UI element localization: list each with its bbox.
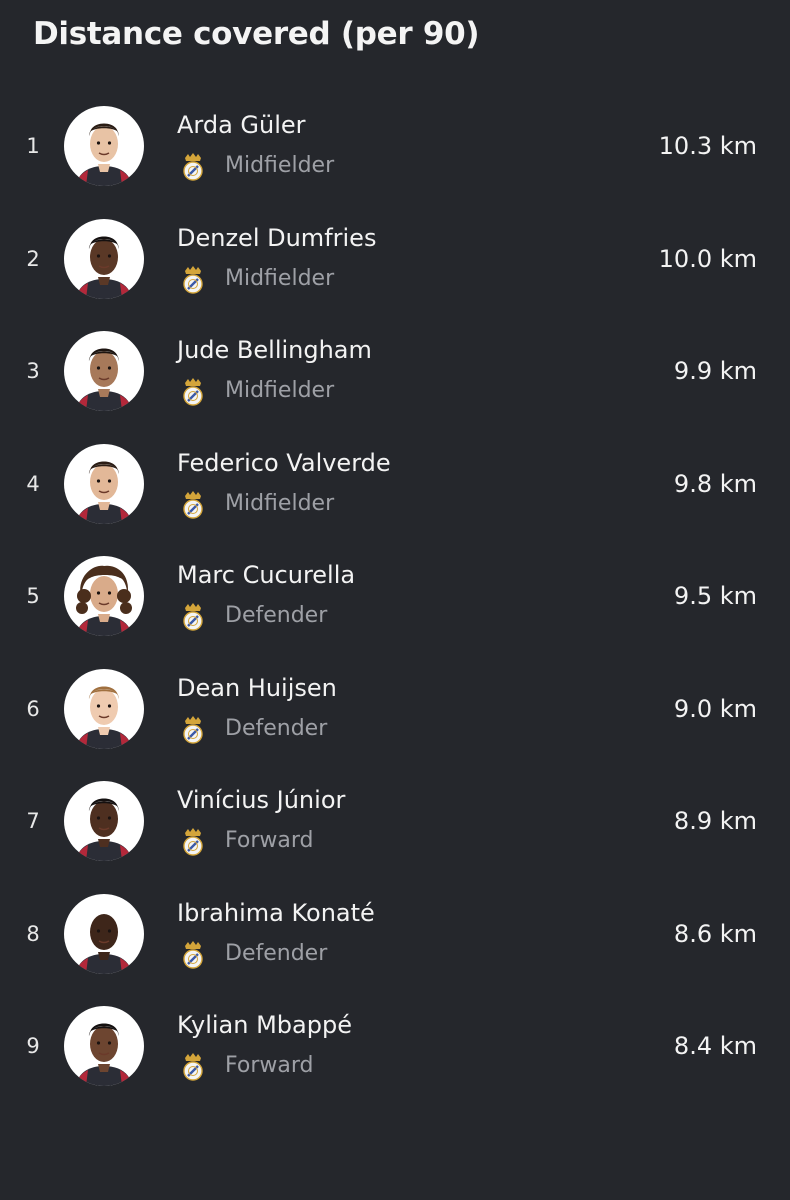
player-avatar[interactable] [64, 443, 144, 524]
leaderboard-page: Distance covered (per 90) 1 Arda Güler M… [0, 0, 790, 1200]
player-name[interactable]: Jude Bellingham [177, 336, 372, 364]
distance-value: 10.3 km [658, 132, 757, 160]
player-position: Forward [225, 1053, 314, 1078]
player-position: Midfielder [225, 265, 335, 291]
player-avatar[interactable] [64, 556, 144, 636]
player-name[interactable]: Dean Huijsen [177, 674, 337, 702]
player-position: Defender [225, 940, 328, 966]
rank-number: 7 [26, 809, 40, 833]
rank-number: 1 [26, 134, 40, 158]
rank-number: 4 [26, 471, 40, 496]
player-position: Defender [225, 715, 328, 741]
player-avatar[interactable] [64, 218, 144, 299]
player-name[interactable]: Kylian Mbappé [177, 1011, 352, 1039]
player-avatar[interactable] [64, 331, 144, 411]
player-row-1[interactable]: 1 Arda Güler Midfielder 10.3 km [0, 91, 790, 204]
real-madrid-crest-icon [180, 1052, 206, 1082]
distance-value: 9.5 km [673, 582, 757, 610]
distance-value: 9.8 km [673, 469, 757, 498]
distance-value: 9.0 km [673, 694, 757, 723]
player-row-3[interactable]: 3 Jude Bellingham Midfielder 9.9 km [0, 316, 790, 429]
rank-number: 9 [26, 1034, 40, 1058]
player-position: Defender [225, 603, 328, 628]
rank-number: 3 [26, 359, 40, 383]
real-madrid-crest-icon [180, 602, 206, 632]
player-avatar[interactable] [64, 893, 144, 974]
distance-value: 8.9 km [673, 807, 757, 835]
player-row-7[interactable]: 7 Vinícius Júnior Forward 8.9 km [0, 766, 790, 879]
rank-number: 6 [26, 696, 40, 721]
player-avatar[interactable] [64, 106, 144, 186]
rank-number: 5 [26, 584, 40, 608]
real-madrid-crest-icon [180, 377, 206, 407]
player-avatar[interactable] [64, 781, 144, 861]
player-avatar[interactable] [64, 668, 144, 749]
player-name[interactable]: Marc Cucurella [177, 561, 355, 589]
player-row-9[interactable]: 9 Kylian Mbappé Forward 8.4 km [0, 991, 790, 1104]
distance-value: 9.9 km [673, 357, 757, 385]
real-madrid-crest-icon [180, 152, 206, 182]
real-madrid-crest-icon [180, 265, 206, 295]
player-row-4[interactable]: 4 Federico Valverde Midfielder 9.8 km [0, 429, 790, 542]
distance-value: 10.0 km [658, 244, 757, 273]
player-name[interactable]: Vinícius Júnior [177, 786, 345, 814]
real-madrid-crest-icon [180, 827, 206, 857]
player-name[interactable]: Ibrahima Konaté [177, 899, 375, 927]
player-name[interactable]: Denzel Dumfries [177, 224, 376, 252]
player-position: Midfielder [225, 490, 335, 516]
page-title: Distance covered (per 90) [33, 16, 480, 52]
real-madrid-crest-icon [180, 490, 206, 520]
player-row-8[interactable]: 8 Ibrahima Konaté Defender 8.6 km [0, 879, 790, 992]
player-position: Forward [225, 828, 314, 853]
player-position: Midfielder [225, 153, 335, 178]
player-list: 1 Arda Güler Midfielder 10.3 km 2 Denzel… [0, 91, 790, 1104]
player-row-5[interactable]: 5 Marc Cucurella Defender 9.5 km [0, 541, 790, 654]
player-row-2[interactable]: 2 Denzel Dumfries Midfielder 10.0 km [0, 204, 790, 317]
player-row-6[interactable]: 6 Dean Huijsen Defender 9.0 km [0, 654, 790, 767]
distance-value: 8.6 km [673, 919, 757, 948]
rank-number: 8 [26, 921, 40, 946]
player-name[interactable]: Arda Güler [177, 111, 306, 139]
player-position: Midfielder [225, 378, 335, 403]
distance-value: 8.4 km [673, 1032, 757, 1060]
player-name[interactable]: Federico Valverde [177, 449, 391, 477]
player-avatar[interactable] [64, 1006, 144, 1086]
real-madrid-crest-icon [180, 940, 206, 970]
real-madrid-crest-icon [180, 715, 206, 745]
rank-number: 2 [26, 246, 40, 271]
